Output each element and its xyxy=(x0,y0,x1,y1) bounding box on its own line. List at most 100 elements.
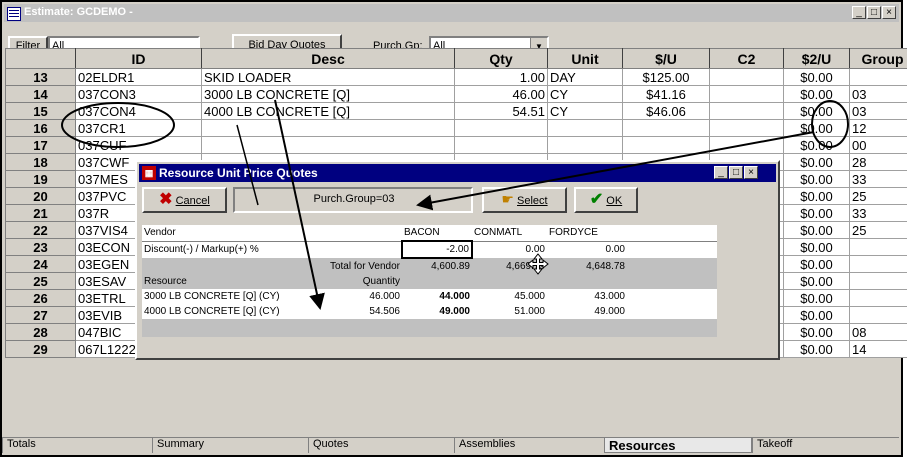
cell-qty[interactable] xyxy=(454,136,548,154)
row-number[interactable]: 15 xyxy=(5,102,76,120)
row-number[interactable]: 14 xyxy=(5,85,76,103)
cell-id[interactable]: 037CON3 xyxy=(75,85,202,103)
cell-group[interactable] xyxy=(849,255,907,273)
vendor-name[interactable]: BACON xyxy=(402,225,472,241)
cell-pu[interactable]: $41.16 xyxy=(622,85,710,103)
column-header-desc[interactable]: Desc xyxy=(201,48,455,69)
column-header-unit[interactable]: Unit xyxy=(547,48,623,69)
row-number[interactable]: 17 xyxy=(5,136,76,154)
cell-unit[interactable]: DAY xyxy=(547,68,623,86)
row-number[interactable]: 19 xyxy=(5,170,76,188)
cell-group[interactable]: 03 xyxy=(849,85,907,103)
row-number[interactable]: 29 xyxy=(5,340,76,358)
vendor-name[interactable]: FORDYCE xyxy=(547,225,627,241)
cell-group[interactable]: 28 xyxy=(849,153,907,171)
cell-p2u[interactable]: $0.00 xyxy=(783,204,850,222)
column-header-id[interactable]: ID xyxy=(75,48,202,69)
cell-p2u[interactable]: $0.00 xyxy=(783,170,850,188)
discount-value[interactable]: 0.00 xyxy=(472,241,547,258)
cell-pu[interactable] xyxy=(622,136,710,154)
row-number[interactable]: 25 xyxy=(5,272,76,290)
cell-id[interactable]: 037CUF xyxy=(75,136,202,154)
vendor-price[interactable]: 43.000 xyxy=(547,289,627,304)
column-header-group[interactable]: Group xyxy=(849,48,907,69)
tab-resources[interactable]: Resources xyxy=(604,438,752,453)
row-number[interactable]: 28 xyxy=(5,323,76,341)
vendor-price[interactable]: 51.000 xyxy=(472,304,547,319)
cell-group[interactable]: 33 xyxy=(849,170,907,188)
cell-c2[interactable] xyxy=(709,136,784,154)
discount-value[interactable]: -2.00 xyxy=(401,240,473,259)
cell-group[interactable] xyxy=(849,306,907,324)
cell-desc[interactable] xyxy=(201,136,455,154)
column-header-c2[interactable]: C2 xyxy=(709,48,784,69)
cell-qty[interactable] xyxy=(454,119,548,137)
resource-name[interactable]: 4000 LB CONCRETE [Q] (CY) xyxy=(142,304,312,319)
vendor-price[interactable]: 45.000 xyxy=(472,289,547,304)
column-header-u[interactable]: $/U xyxy=(622,48,710,69)
maximize-button[interactable]: □ xyxy=(867,6,881,19)
tab-quotes[interactable]: Quotes xyxy=(308,438,454,453)
column-header-rownum[interactable] xyxy=(5,48,76,69)
cell-group[interactable]: 14 xyxy=(849,340,907,358)
vendor-price[interactable]: 49.000 xyxy=(402,304,472,319)
cell-unit[interactable]: CY xyxy=(547,102,623,120)
table-row[interactable]: 16 037CR1 $0.00 12 xyxy=(5,119,907,137)
table-row[interactable]: 13 02ELDR1 SKID LOADER 1.00 DAY $125.00 $0.00 xyxy=(5,68,907,86)
cell-p2u[interactable]: $0.00 xyxy=(783,272,850,290)
row-number[interactable]: 26 xyxy=(5,289,76,307)
cell-c2[interactable] xyxy=(709,68,784,86)
discount-value[interactable]: 0.00 xyxy=(547,241,627,258)
cell-group[interactable] xyxy=(849,272,907,290)
cell-p2u[interactable]: $0.00 xyxy=(783,153,850,171)
dialog-maximize-button[interactable]: □ xyxy=(729,166,743,179)
vendor-price[interactable]: 44.000 xyxy=(402,289,472,304)
ok-button[interactable]: ✔ OK xyxy=(574,187,638,213)
row-number[interactable]: 18 xyxy=(5,153,76,171)
cell-c2[interactable] xyxy=(709,102,784,120)
cell-p2u[interactable]: $0.00 xyxy=(783,85,850,103)
cell-p2u[interactable]: $0.00 xyxy=(783,136,850,154)
cell-p2u[interactable]: $0.00 xyxy=(783,187,850,205)
cell-id[interactable]: 037CON4 xyxy=(75,102,202,120)
cell-p2u[interactable]: $0.00 xyxy=(783,238,850,256)
cell-desc[interactable] xyxy=(201,119,455,137)
cell-group[interactable]: 25 xyxy=(849,221,907,239)
cell-p2u[interactable]: $0.00 xyxy=(783,102,850,120)
cell-group[interactable] xyxy=(849,238,907,256)
cell-p2u[interactable]: $0.00 xyxy=(783,119,850,137)
vendor-name[interactable]: CONMATL xyxy=(472,225,547,241)
cell-group[interactable]: 33 xyxy=(849,204,907,222)
cell-qty[interactable]: 54.51 xyxy=(454,102,548,120)
cell-group[interactable]: 25 xyxy=(849,187,907,205)
cell-c2[interactable] xyxy=(709,119,784,137)
cell-unit[interactable] xyxy=(547,119,623,137)
cell-p2u[interactable]: $0.00 xyxy=(783,306,850,324)
cell-c2[interactable] xyxy=(709,85,784,103)
dialog-close-button[interactable]: × xyxy=(744,166,758,179)
cell-id[interactable]: 037CR1 xyxy=(75,119,202,137)
cell-desc[interactable]: 3000 LB CONCRETE [Q] xyxy=(201,85,455,103)
cell-qty[interactable]: 46.00 xyxy=(454,85,548,103)
resource-name[interactable]: 3000 LB CONCRETE [Q] (CY) xyxy=(142,289,312,304)
row-number[interactable]: 22 xyxy=(5,221,76,239)
cell-p2u[interactable]: $0.00 xyxy=(783,340,850,358)
row-number[interactable]: 21 xyxy=(5,204,76,222)
cell-pu[interactable] xyxy=(622,119,710,137)
cell-qty[interactable]: 1.00 xyxy=(454,68,548,86)
cell-group[interactable] xyxy=(849,289,907,307)
row-number[interactable]: 13 xyxy=(5,68,76,86)
cell-p2u[interactable]: $0.00 xyxy=(783,255,850,273)
cancel-button[interactable]: ✖ Cancel xyxy=(142,187,227,213)
tab-summary[interactable]: Summary xyxy=(152,438,308,453)
tab-totals[interactable]: Totals xyxy=(2,438,152,453)
cell-group[interactable]: 03 xyxy=(849,102,907,120)
cell-group[interactable]: 08 xyxy=(849,323,907,341)
cell-p2u[interactable]: $0.00 xyxy=(783,289,850,307)
dialog-minimize-button[interactable]: _ xyxy=(714,166,728,179)
column-header-2u[interactable]: $2/U xyxy=(783,48,850,69)
tab-takeoff[interactable]: Takeoff xyxy=(752,438,892,453)
tab-assemblies[interactable]: Assemblies xyxy=(454,438,604,453)
table-row[interactable]: 17 037CUF $0.00 00 xyxy=(5,136,907,154)
table-row[interactable]: 14 037CON3 3000 LB CONCRETE [Q] 46.00 CY $41.… xyxy=(5,85,907,103)
